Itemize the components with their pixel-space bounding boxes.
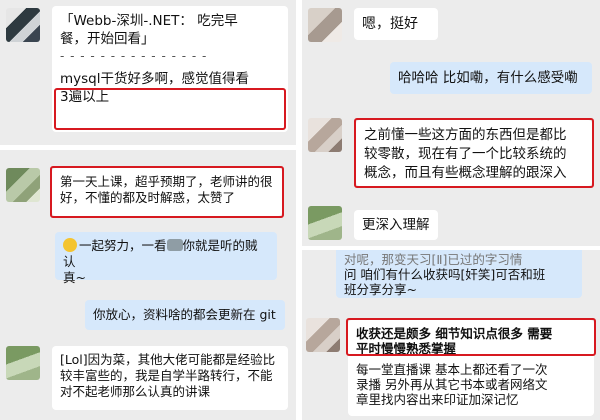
highlight-box — [54, 88, 286, 130]
chat-panel-4: 对呢，那变天习[Ⅱ]已过的字习情 问 咱们有什么收获吗[奸笑]可否和班 班分享分… — [302, 250, 600, 420]
message-line: 班分享分享~ — [344, 282, 417, 297]
message-line: 问 咱们有什么收获吗[奸笑]可否和班 — [344, 267, 546, 282]
chat-panel-3: 嗯，挺好 哈哈哈 比如嘞，有什么感受嘞 之前懂一些这方面的东西但是都比 较零散，… — [302, 0, 600, 246]
message-line: 对呢，那变天习[Ⅱ]已过的字习情 — [344, 252, 523, 267]
message-line: 章里找内容出来印证加深记忆 — [356, 392, 519, 407]
chat-bubble: 嗯，挺好 — [354, 8, 438, 40]
message-text: 更深入理解 — [362, 217, 430, 233]
avatar[interactable] — [6, 8, 40, 42]
blurred-emoji-icon — [166, 239, 183, 251]
avatar[interactable] — [308, 118, 342, 152]
highlight-box — [346, 318, 596, 356]
avatar[interactable] — [6, 168, 40, 202]
quote-line: 「Webb-深圳-.NET： 吃完早 — [60, 13, 238, 29]
highlight-box — [50, 166, 284, 218]
message-line: [Lol]因为菜，其他大佬可能都是经验比 — [60, 352, 276, 367]
chat-bubble-self: 对呢，那变天习[Ⅱ]已过的字习情 问 咱们有什么收获吗[奸笑]可否和班 班分享分… — [336, 250, 582, 298]
quote-divider: - - - - - - - - - - - - - - - — [60, 49, 208, 63]
message-line: 较丰富些的，我是自学半路转行，不能 — [60, 368, 273, 383]
chat-bubble: [Lol]因为菜，其他大佬可能都是经验比 较丰富些的，我是自学半路转行，不能 对… — [52, 346, 288, 410]
message-line: 对不起老师那么认真的讲课 — [60, 384, 211, 399]
avatar[interactable] — [308, 8, 342, 42]
chat-panel-1: 「Webb-深圳-.NET： 吃完早 餐，开始回看」 - - - - - - -… — [0, 0, 296, 145]
message-line: 一起努力，一看 你就是听的贼认 — [63, 238, 269, 270]
message-text: 一起努力，一看 — [79, 238, 167, 253]
highlight-box — [354, 118, 594, 188]
chat-bubble-self: 哈哈哈 比如嘞，有什么感受嘞 — [390, 62, 592, 94]
avatar[interactable] — [308, 206, 342, 240]
chat-bubble: 更深入理解 — [354, 210, 438, 240]
chat-bubble-self: 你放心，资料啥的都会更新在 git — [85, 300, 285, 330]
chat-bubble-self: 一起努力，一看 你就是听的贼认 真~ — [55, 232, 277, 285]
smile-emoji-icon — [63, 238, 77, 252]
message-text: 你放心，资料啥的都会更新在 git — [93, 307, 276, 322]
message-text: 嗯，挺好 — [362, 16, 418, 32]
quote-line: 餐，开始回看」 — [60, 31, 155, 47]
message-line: 每一堂直播课 基本上都还看了一次 — [356, 362, 548, 377]
message-line: 真~ — [63, 270, 86, 285]
chat-panel-2: 第一天上课，超乎预期了，老师讲的很 好，不懂的都及时解惑，太赞了 一起努力，一看… — [0, 150, 296, 420]
avatar[interactable] — [6, 346, 40, 380]
message-text: 哈哈哈 比如嘞，有什么感受嘞 — [398, 70, 578, 86]
message-line: 录播 另外再从其它书本或者网络文 — [356, 377, 548, 392]
message-line: mysql干货好多啊，感觉值得看 — [60, 71, 249, 87]
avatar[interactable] — [306, 318, 340, 352]
